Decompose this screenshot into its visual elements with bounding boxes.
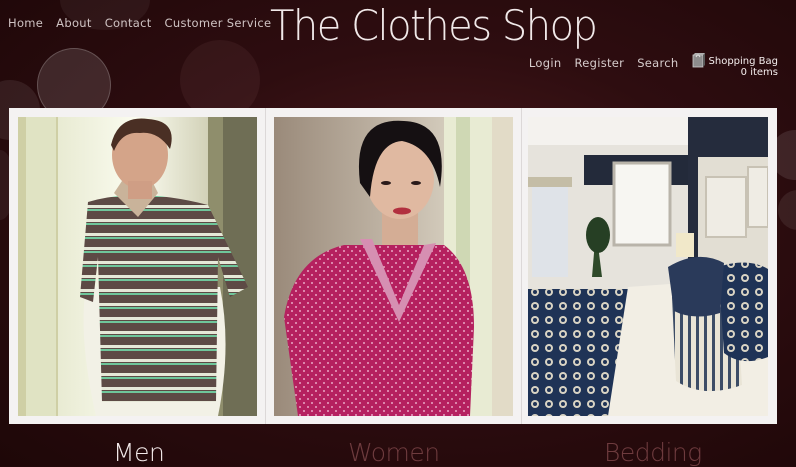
site-logo[interactable]: The Clothes Shop <box>270 2 598 50</box>
category-men-link[interactable]: Men <box>113 438 165 467</box>
bedding-photo-image <box>528 117 768 416</box>
login-link[interactable]: Login <box>529 56 562 70</box>
bokeh-decoration <box>778 190 796 230</box>
shopping-bag-label: Shopping Bag <box>708 56 778 67</box>
women-photo[interactable] <box>274 117 513 416</box>
shopping-bag-count: 0 items <box>740 67 778 78</box>
men-photo[interactable] <box>18 117 257 416</box>
nav-home-link[interactable]: Home <box>8 16 43 30</box>
category-women-link[interactable]: Women <box>348 438 440 467</box>
top-navigation: Home About Contact Customer Service <box>8 16 271 30</box>
featured-photo-gallery <box>9 108 777 424</box>
men-photo-image <box>18 117 257 416</box>
gallery-divider <box>265 108 266 424</box>
nav-about-link[interactable]: About <box>56 16 92 30</box>
category-navigation: Men Women Bedding <box>0 436 796 467</box>
nav-customer-service-link[interactable]: Customer Service <box>165 16 272 30</box>
nav-contact-link[interactable]: Contact <box>105 16 152 30</box>
bedding-photo[interactable] <box>528 117 768 416</box>
shopping-bag-link[interactable]: Shopping Bag 0 items <box>692 50 778 78</box>
user-navigation: Login Register Search Shopping Bag 0 ite… <box>529 50 778 78</box>
shopping-bag-icon <box>692 53 705 68</box>
register-link[interactable]: Register <box>574 56 624 70</box>
shopping-bag-summary: Shopping Bag 0 items <box>709 56 778 78</box>
category-bedding-link[interactable]: Bedding <box>604 438 702 467</box>
women-photo-image <box>274 117 513 416</box>
search-link[interactable]: Search <box>637 56 678 70</box>
gallery-divider <box>521 108 522 424</box>
